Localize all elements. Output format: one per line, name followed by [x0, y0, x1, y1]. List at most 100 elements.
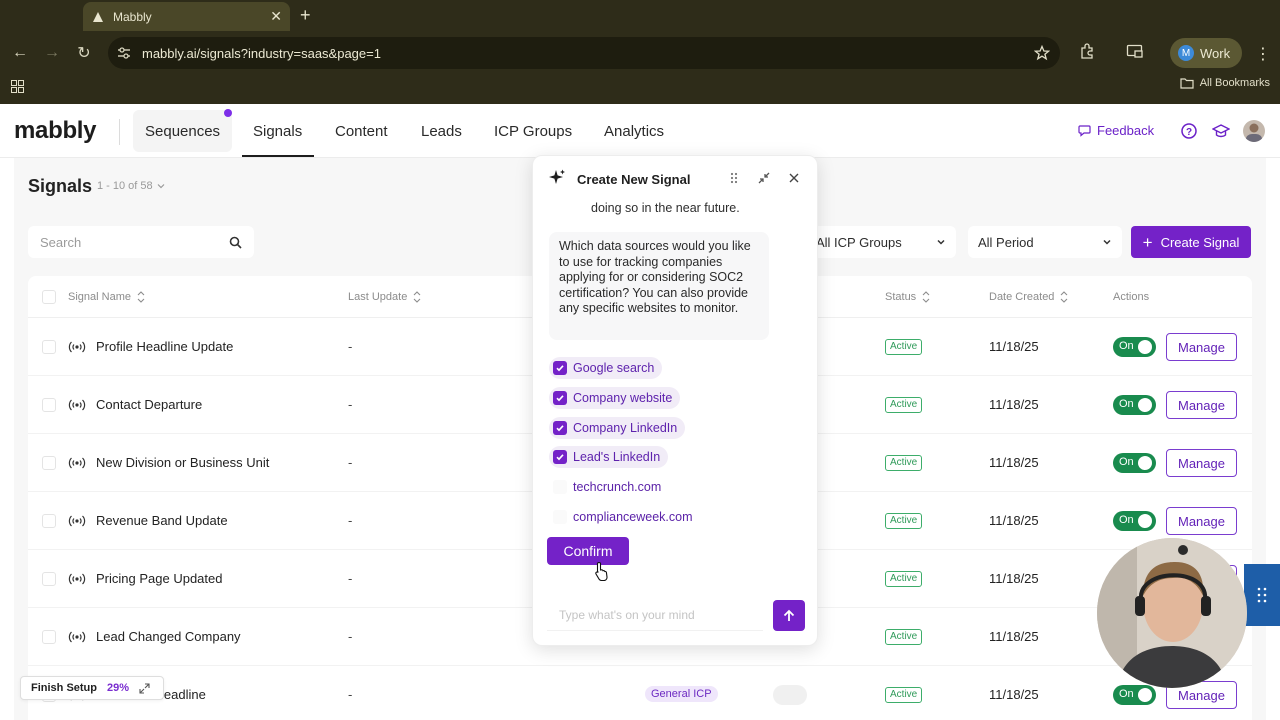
browser-tab[interactable]: Mabbly ✕	[83, 2, 290, 31]
address-bar[interactable]: mabbly.ai/signals?industry=saas&page=1	[108, 37, 1060, 69]
finish-setup-label: Finish Setup	[31, 682, 97, 694]
pagination-count[interactable]: 1 - 10 of 58	[97, 180, 166, 192]
row-checkbox[interactable]	[42, 514, 56, 528]
table-row[interactable]: ed Profile Headline-General ICPActive11/…	[28, 666, 1252, 720]
mabbly-logo[interactable]: mabbly	[14, 117, 97, 145]
toggle-knob	[1138, 688, 1152, 702]
profile-avatar: M	[1178, 45, 1194, 61]
row-checkbox[interactable]	[42, 340, 56, 354]
close-icon[interactable]	[787, 171, 801, 185]
col-last-update-label: Last Update	[348, 291, 408, 303]
data-source-option[interactable]: complianceweek.com	[549, 506, 701, 528]
signal-name[interactable]: New Division or Business Unit	[96, 455, 269, 470]
sidebar-grip[interactable]	[1244, 564, 1280, 626]
status-badge: Active	[885, 687, 923, 703]
manage-button[interactable]: Manage	[1166, 333, 1237, 361]
media-cast-icon[interactable]	[1126, 43, 1144, 59]
checkbox-checked-icon[interactable]	[553, 390, 567, 405]
site-settings-icon[interactable]	[117, 46, 131, 60]
user-avatar[interactable]	[1243, 120, 1265, 142]
col-date-created[interactable]: Date Created	[989, 291, 1068, 303]
apps-grid-icon[interactable]	[11, 80, 24, 93]
send-button[interactable]	[773, 600, 805, 631]
nav-leads[interactable]: Leads	[421, 123, 462, 140]
data-source-option[interactable]: techcrunch.com	[549, 476, 669, 498]
profile-chip[interactable]: M Work	[1170, 38, 1242, 68]
col-signal-name[interactable]: Signal Name	[68, 291, 145, 303]
signal-name[interactable]: Profile Headline Update	[96, 339, 233, 354]
last-update: -	[348, 629, 353, 644]
sort-icon	[1061, 291, 1068, 303]
data-source-option[interactable]: Lead's LinkedIn	[549, 446, 669, 469]
all-bookmarks[interactable]: All Bookmarks	[1180, 77, 1270, 89]
period-filter[interactable]: All Period	[968, 226, 1122, 258]
search-input[interactable]: Search	[28, 226, 254, 258]
create-signal-button[interactable]: + Create Signal	[1131, 226, 1251, 258]
chevron-down-icon	[1103, 239, 1111, 245]
date-created: 11/18/25	[989, 339, 1039, 354]
last-update: -	[348, 397, 353, 412]
row-checkbox[interactable]	[42, 456, 56, 470]
active-toggle[interactable]: On	[1113, 511, 1156, 531]
browser-menu-icon[interactable]: ⋮	[1255, 44, 1271, 64]
manage-button[interactable]: Manage	[1166, 391, 1237, 419]
last-update: -	[348, 455, 353, 470]
data-source-option[interactable]: Company LinkedIn	[549, 416, 686, 439]
help-icon[interactable]: ?	[1180, 122, 1198, 140]
col-status[interactable]: Status	[885, 291, 930, 303]
finish-setup-widget[interactable]: Finish Setup 29%	[20, 676, 164, 700]
manage-button[interactable]: Manage	[1166, 449, 1237, 477]
search-icon[interactable]	[229, 236, 242, 249]
row-checkbox[interactable]	[42, 630, 56, 644]
toggle-label: On	[1119, 456, 1134, 468]
new-tab-icon[interactable]: +	[300, 5, 311, 26]
nav-sequences[interactable]: Sequences	[133, 110, 233, 152]
svg-text:?: ?	[1186, 127, 1192, 138]
nav-analytics[interactable]: Analytics	[604, 123, 664, 140]
toggle-knob	[1138, 456, 1152, 470]
hand-cursor-icon	[595, 561, 608, 581]
close-tab-icon[interactable]: ✕	[270, 8, 282, 25]
row-checkbox[interactable]	[42, 398, 56, 412]
signal-name[interactable]: Contact Departure	[96, 397, 202, 412]
extensions-icon[interactable]	[1079, 43, 1095, 59]
forward-icon[interactable]: →	[41, 42, 63, 64]
chat-input[interactable]: Type what's on your mind	[547, 599, 763, 631]
active-toggle[interactable]: On	[1113, 337, 1156, 357]
row-checkbox[interactable]	[42, 572, 56, 586]
checkbox-checked-icon[interactable]	[553, 420, 567, 435]
checkbox-empty[interactable]	[553, 480, 567, 495]
checkbox-checked-icon[interactable]	[553, 450, 567, 465]
option-label: Google search	[573, 361, 655, 375]
nav-signals[interactable]: Signals	[253, 123, 302, 140]
nav-content[interactable]: Content	[335, 123, 388, 140]
data-source-option[interactable]: Google search	[549, 357, 663, 379]
col-last-update[interactable]: Last Update	[348, 291, 421, 303]
active-toggle[interactable]: On	[1113, 395, 1156, 415]
signal-name[interactable]: Pricing Page Updated	[96, 571, 222, 586]
create-signal-panel: Create New Signal doing so in the near f…	[532, 155, 818, 646]
graduation-cap-icon[interactable]	[1212, 122, 1230, 140]
active-toggle[interactable]: On	[1113, 685, 1156, 705]
reload-icon[interactable]: ↻	[73, 42, 95, 64]
expand-icon[interactable]	[139, 682, 150, 694]
active-toggle[interactable]: On	[1113, 453, 1156, 473]
bookmark-star-icon[interactable]	[1034, 45, 1050, 61]
checkbox-empty[interactable]	[553, 510, 567, 524]
data-source-option[interactable]: Company website	[549, 386, 681, 409]
toggle-label: On	[1119, 514, 1134, 526]
checkbox-checked-icon[interactable]	[553, 361, 567, 375]
drag-handle-icon[interactable]	[727, 171, 741, 185]
back-icon[interactable]: ←	[9, 42, 31, 64]
select-all-checkbox[interactable]	[42, 290, 56, 304]
chat-bubble-icon	[1078, 125, 1091, 137]
manage-button[interactable]: Manage	[1166, 507, 1237, 535]
status-badge: Active	[885, 455, 923, 471]
minimize-icon[interactable]	[757, 171, 771, 185]
feedback-button[interactable]: Feedback	[1078, 123, 1154, 138]
signal-name[interactable]: Revenue Band Update	[96, 513, 228, 528]
signal-name[interactable]: Lead Changed Company	[96, 629, 241, 644]
icp-group-filter[interactable]: All ICP Groups	[806, 226, 956, 258]
nav-icp-groups[interactable]: ICP Groups	[494, 123, 572, 140]
confirm-button[interactable]: Confirm	[547, 537, 629, 565]
